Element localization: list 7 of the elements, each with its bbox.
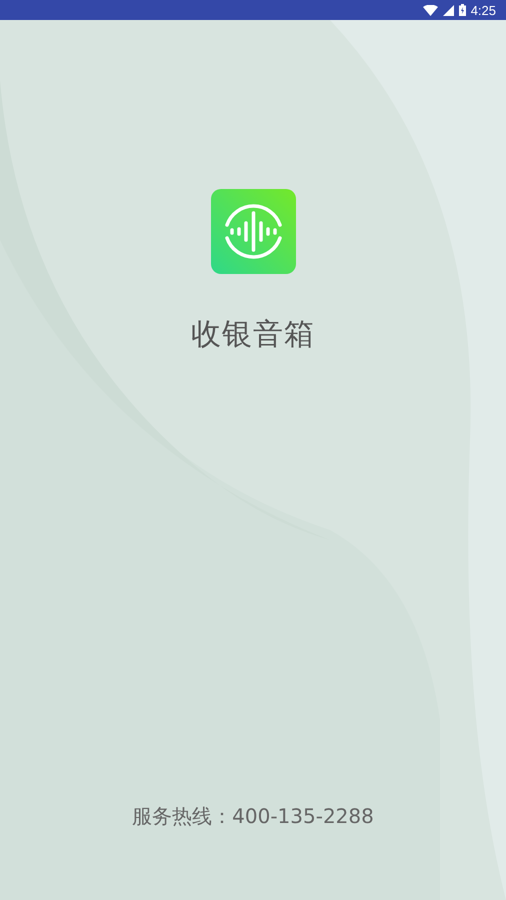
battery-icon	[458, 4, 466, 16]
wifi-icon	[422, 4, 438, 16]
service-hotline: 服务热线：400-135-2288	[132, 803, 374, 830]
app-logo-icon	[210, 189, 296, 274]
status-time: 4:25	[470, 2, 496, 18]
app-name: 收银音箱	[191, 316, 315, 354]
signal-icon	[442, 4, 454, 16]
